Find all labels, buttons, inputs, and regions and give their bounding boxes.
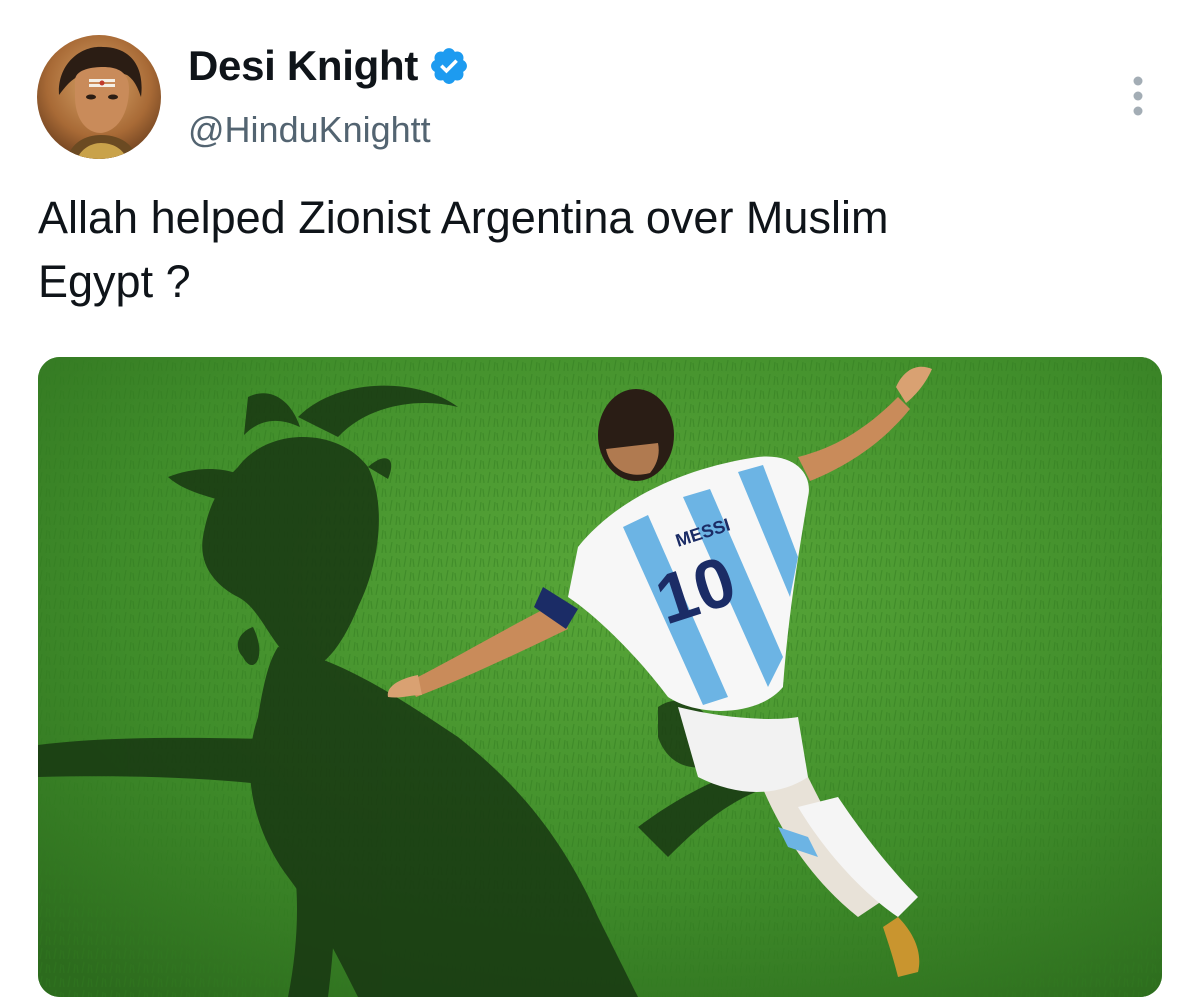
avatar-image [37,35,161,159]
more-options-button[interactable] [1118,72,1158,120]
media-illustration: MESSI 10 [38,357,1162,997]
more-options-icon [1133,76,1143,116]
author-handle[interactable]: @HinduKnightt [188,108,431,152]
tweet-text: Allah helped Zionist Argentina over Musl… [38,192,889,307]
tweet-media-image[interactable]: MESSI 10 [38,357,1162,997]
verified-badge-icon [431,48,467,84]
author-name-row: Desi Knight [188,42,470,90]
display-name[interactable]: Desi Knight [188,42,418,90]
avatar[interactable] [37,35,161,159]
